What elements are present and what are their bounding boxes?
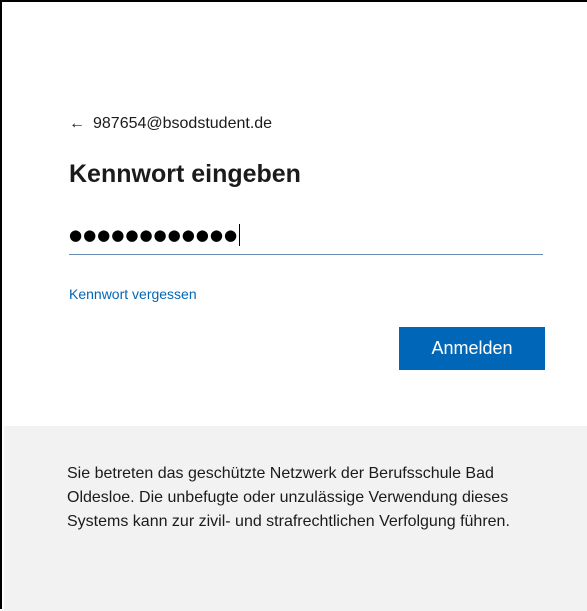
sign-in-button[interactable]: Anmelden	[399, 327, 545, 370]
back-arrow-icon[interactable]: ←	[69, 116, 85, 132]
password-masked-value[interactable]: ●●●●●●●●●●●●	[69, 226, 238, 244]
password-input[interactable]: ●●●●●●●●●●●●	[69, 216, 543, 255]
login-panel: ← 987654@bsodstudent.de Kennwort eingebe…	[0, 0, 587, 611]
account-email: 987654@bsodstudent.de	[93, 115, 273, 132]
forgot-password-link[interactable]: Kennwort vergessen	[69, 286, 197, 302]
text-caret	[239, 224, 241, 246]
legal-notice-text: Sie betreten das geschützte Netzwerk der…	[67, 465, 510, 530]
footer-notice-area: Sie betreten das geschützte Netzwerk der…	[4, 426, 587, 611]
back-to-account-button[interactable]: ← 987654@bsodstudent.de	[69, 112, 272, 136]
page-title: Kennwort eingeben	[69, 160, 301, 188]
